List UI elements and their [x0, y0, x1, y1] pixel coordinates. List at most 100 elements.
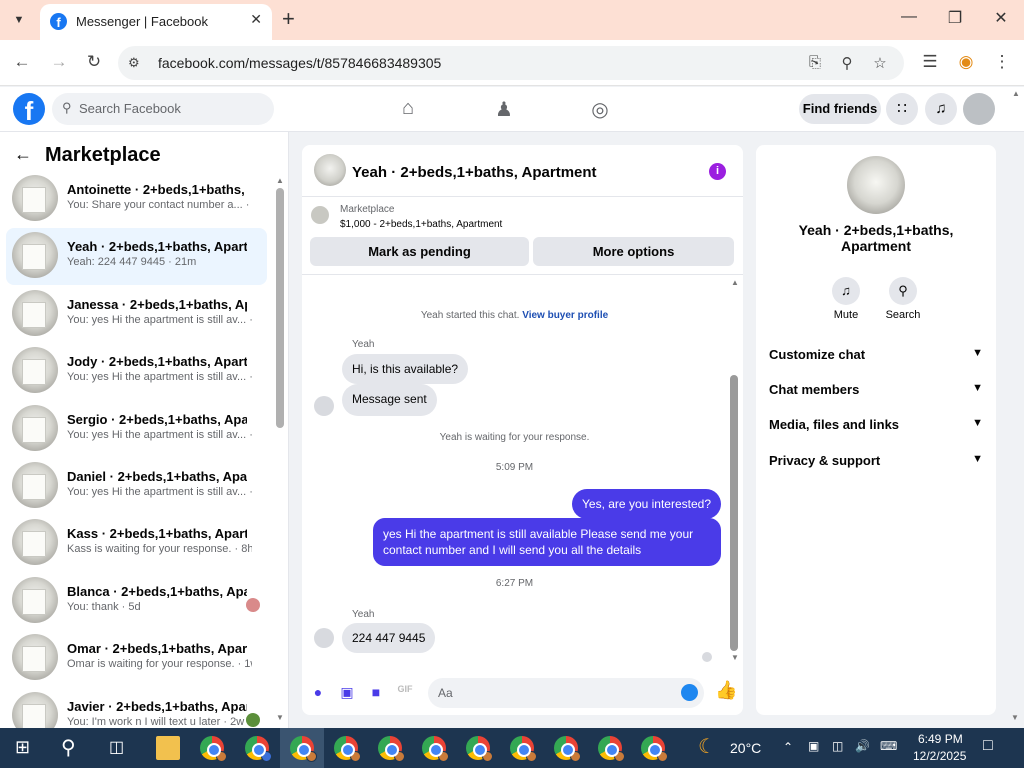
profile-badge-icon — [350, 751, 361, 762]
file-explorer-icon[interactable] — [156, 736, 180, 760]
site-info-icon[interactable]: ⚙ — [128, 55, 140, 71]
conversation-item[interactable]: Sergio · 2+beds,1+baths, Apart... You: y… — [6, 401, 267, 458]
sidebar-scroll-down-arrow[interactable]: ▼ — [276, 713, 284, 722]
facebook-logo[interactable]: f — [13, 93, 45, 126]
back-arrow-icon[interactable]: ← — [14, 144, 32, 165]
chrome-icon[interactable] — [334, 736, 361, 762]
minimize-button[interactable]: — — [894, 8, 924, 26]
show-hidden-icons-chevron-icon[interactable]: ⌃ — [783, 740, 793, 754]
chat-header: Yeah · 2+beds,1+baths, Apartment i — [302, 145, 743, 197]
sidebar-scroll-up-arrow[interactable]: ▲ — [276, 176, 284, 185]
menu-grid-icon[interactable]: ∷ — [886, 93, 918, 125]
conversation-item-active[interactable]: Yeah · 2+beds,1+baths, Apartm... Yeah: 2… — [6, 228, 267, 285]
conversation-item[interactable]: Javier · 2+beds,1+baths, Apar... You: I'… — [6, 688, 267, 728]
conversation-item[interactable]: Jody · 2+beds,1+baths, Apartm... You: ye… — [6, 343, 267, 400]
install-app-icon[interactable]: ⎘ — [804, 54, 826, 71]
conversation-item[interactable]: Antoinette · 2+beds,1+baths, A... You: S… — [6, 171, 267, 228]
chrome-icon[interactable] — [378, 736, 405, 762]
browser-menu-icon[interactable]: ⋮ — [991, 52, 1013, 72]
clock-date[interactable]: 12/2/2025 — [913, 749, 966, 763]
chevron-down-icon: ▼ — [972, 417, 983, 429]
windows-start-icon[interactable]: ⊞ — [15, 737, 30, 758]
chrome-icon[interactable] — [200, 736, 227, 762]
microphone-icon[interactable]: ● — [308, 684, 328, 704]
chat-title[interactable]: Yeah · 2+beds,1+baths, Apartment — [352, 164, 597, 181]
emoji-icon[interactable] — [681, 684, 698, 701]
chat-avatar[interactable] — [314, 154, 346, 186]
customize-chat-section[interactable]: Customize chat ▼ — [769, 347, 983, 362]
seen-avatar-icon — [246, 598, 260, 612]
conversation-item[interactable]: Janessa · 2+beds,1+baths, Apar... You: y… — [6, 286, 267, 343]
notifications-bell-icon[interactable]: ♫ — [925, 93, 957, 125]
page-scroll-up-arrow[interactable]: ▲ — [1012, 89, 1020, 98]
weather-temperature[interactable]: 20°C — [730, 740, 761, 756]
media-control-icon[interactable]: ☰ — [919, 52, 941, 72]
weather-moon-icon[interactable]: ☾ — [698, 734, 716, 759]
chrome-icon[interactable] — [245, 736, 272, 762]
url-text[interactable]: facebook.com/messages/t/857846683489305 — [158, 55, 441, 71]
sidebar-scrollbar[interactable] — [276, 188, 284, 428]
maximize-button[interactable]: ❐ — [940, 8, 970, 28]
page-scroll-down-arrow[interactable]: ▼ — [1011, 713, 1019, 722]
forward-button[interactable]: → — [48, 52, 70, 72]
tab-search-chevron-icon[interactable]: ▼ — [8, 10, 30, 30]
friends-icon[interactable]: ♟ — [489, 97, 519, 122]
info-icon[interactable]: i — [709, 163, 726, 180]
chrome-icon[interactable] — [422, 736, 449, 762]
bookmark-star-icon[interactable]: ☆ — [869, 54, 891, 72]
volume-icon[interactable]: 🔊 — [855, 739, 870, 753]
task-view-icon[interactable]: ◫ — [109, 737, 124, 757]
chrome-icon[interactable] — [641, 736, 668, 762]
chat-members-section[interactable]: Chat members ▼ — [769, 382, 983, 397]
search-icon[interactable]: ⚲ — [889, 277, 917, 305]
groups-icon[interactable]: ◎ — [585, 97, 615, 122]
find-friends-button[interactable]: Find friends — [799, 94, 881, 124]
search-icon[interactable]: ⚲ — [61, 735, 76, 760]
chrome-icon[interactable] — [510, 736, 537, 762]
back-button[interactable]: ← — [11, 52, 33, 72]
keyboard-icon[interactable]: ⌨ — [880, 739, 897, 753]
mark-as-pending-button[interactable]: Mark as pending — [310, 237, 529, 266]
media-files-links-section[interactable]: Media, files and links ▼ — [769, 417, 983, 432]
reload-button[interactable]: ↻ — [83, 52, 105, 72]
chrome-icon[interactable] — [290, 736, 317, 762]
privacy-support-section[interactable]: Privacy & support ▼ — [769, 453, 983, 468]
profile-icon[interactable]: ◉ — [955, 52, 977, 72]
sender-avatar[interactable] — [314, 628, 334, 648]
clock-time[interactable]: 6:49 PM — [918, 732, 963, 746]
message-input[interactable]: Aa — [428, 678, 704, 708]
account-avatar[interactable] — [963, 93, 995, 125]
close-window-button[interactable]: ✕ — [986, 8, 1016, 28]
view-buyer-profile-link[interactable]: View buyer profile — [522, 310, 608, 321]
sticker-icon[interactable]: ■ — [366, 684, 386, 704]
chat-scroll-up-arrow[interactable]: ▲ — [731, 278, 739, 287]
conversation-item[interactable]: Omar · 2+beds,1+baths, Apart... Omar is … — [6, 630, 267, 687]
chrome-icon[interactable] — [598, 736, 625, 762]
section-label: Customize chat — [769, 347, 866, 362]
conversation-item[interactable]: Daniel · 2+beds,1+baths, Apart... You: y… — [6, 458, 267, 515]
chrome-icon[interactable] — [554, 736, 581, 762]
more-options-button[interactable]: More options — [533, 237, 734, 266]
gif-icon[interactable]: GIF — [395, 684, 415, 704]
facebook-search-input[interactable]: ⚲ Search Facebook — [52, 93, 274, 125]
zoom-icon[interactable]: ⚲ — [836, 54, 858, 72]
conversation-item[interactable]: Kass · 2+beds,1+baths, Apartm... Kass is… — [6, 515, 267, 572]
tab-close-icon[interactable]: ✕ — [250, 11, 262, 28]
browser-tab-messenger[interactable]: f Messenger | Facebook ✕ — [40, 4, 272, 40]
meet-now-icon[interactable]: ▣ — [808, 739, 819, 753]
thumbs-up-icon[interactable]: 👍 — [715, 680, 737, 700]
listing-price-title[interactable]: $1,000 - 2+beds,1+baths, Apartment — [340, 219, 502, 230]
notifications-icon[interactable]: □ — [983, 737, 993, 755]
chrome-icon[interactable] — [466, 736, 493, 762]
chat-scrollbar[interactable] — [730, 375, 738, 651]
photo-icon[interactable]: ▣ — [337, 684, 357, 704]
conversation-name: Yeah · 2+beds,1+baths, Apartm... — [67, 239, 247, 254]
mute-bell-icon[interactable]: ♫ — [832, 277, 860, 305]
home-icon[interactable]: ⌂ — [393, 97, 423, 120]
new-tab-button[interactable]: + — [282, 6, 295, 32]
network-icon[interactable]: ◫ — [832, 739, 843, 753]
address-bar[interactable]: ⚙ facebook.com/messages/t/85784668348930… — [118, 46, 904, 80]
sender-avatar[interactable] — [314, 396, 334, 416]
chat-scroll-down-arrow[interactable]: ▼ — [731, 653, 739, 662]
conversation-item[interactable]: Blanca · 2+beds,1+baths, Apa... You: tha… — [6, 573, 267, 630]
